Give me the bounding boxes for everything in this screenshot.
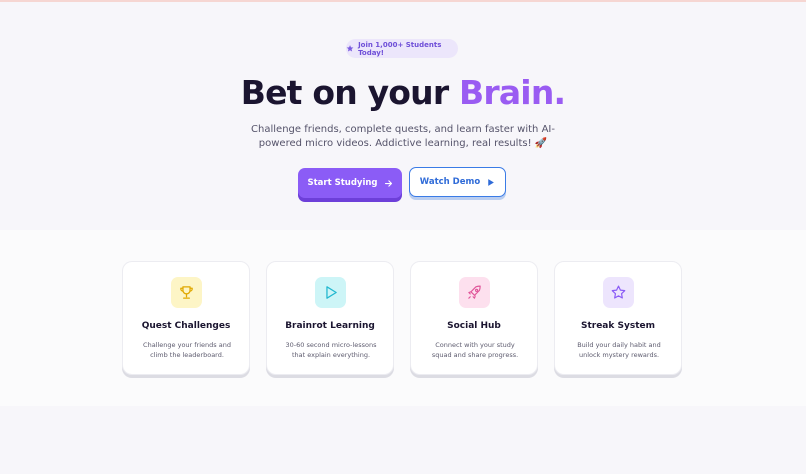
start-studying-label: Start Studying [307, 178, 378, 188]
play-icon [326, 286, 337, 299]
feature-title: Social Hub [447, 321, 501, 331]
hero-section: Join 1,000+ Students Today! Bet on your … [0, 2, 806, 230]
students-badge: Join 1,000+ Students Today! [346, 39, 458, 58]
feature-description: 30-60 second micro-lessons that explain … [285, 341, 377, 359]
watch-demo-label: Watch Demo [419, 177, 481, 187]
feature-description: Challenge your friends and climb the lea… [143, 341, 231, 359]
arrow-right-icon [384, 179, 392, 187]
page-title: Bet on your Brain. [0, 71, 806, 115]
feature-card-social[interactable]: Social Hub Connect with your study squad… [410, 261, 538, 375]
headline-prefix: Bet on your [240, 73, 460, 112]
feature-card-quest[interactable]: Quest Challenges Challenge your friends … [122, 261, 250, 375]
feature-description: Build your daily habit and unlock myster… [577, 341, 661, 359]
star-icon [346, 45, 354, 52]
features-section [0, 230, 806, 406]
feature-title: Brainrot Learning [285, 321, 375, 331]
feature-description: Connect with your study squad and share … [431, 341, 519, 359]
feature-title: Streak System [580, 321, 655, 331]
rocket-icon [468, 285, 481, 299]
feature-title: Quest Challenges [141, 321, 231, 331]
badge-label: Join 1,000+ Students Today! [358, 40, 442, 57]
feature-icon-box [459, 277, 490, 308]
watch-demo-button[interactable]: Watch Demo [409, 167, 506, 197]
play-icon [488, 178, 495, 186]
feature-card-streak[interactable]: Streak System Build your daily habit and… [554, 261, 682, 375]
feature-icon-box [603, 277, 634, 308]
hero-subtext: Challenge friends, complete quests, and … [251, 124, 555, 149]
feature-icon-box [315, 277, 346, 308]
feature-card-brainrot[interactable]: Brainrot Learning 30-60 second micro-les… [266, 261, 394, 375]
star-icon [611, 285, 626, 299]
feature-icon-box [171, 277, 202, 308]
trophy-icon [180, 286, 193, 299]
start-studying-button[interactable]: Start Studying [298, 168, 402, 198]
headline-accent: Brain. [459, 73, 566, 112]
